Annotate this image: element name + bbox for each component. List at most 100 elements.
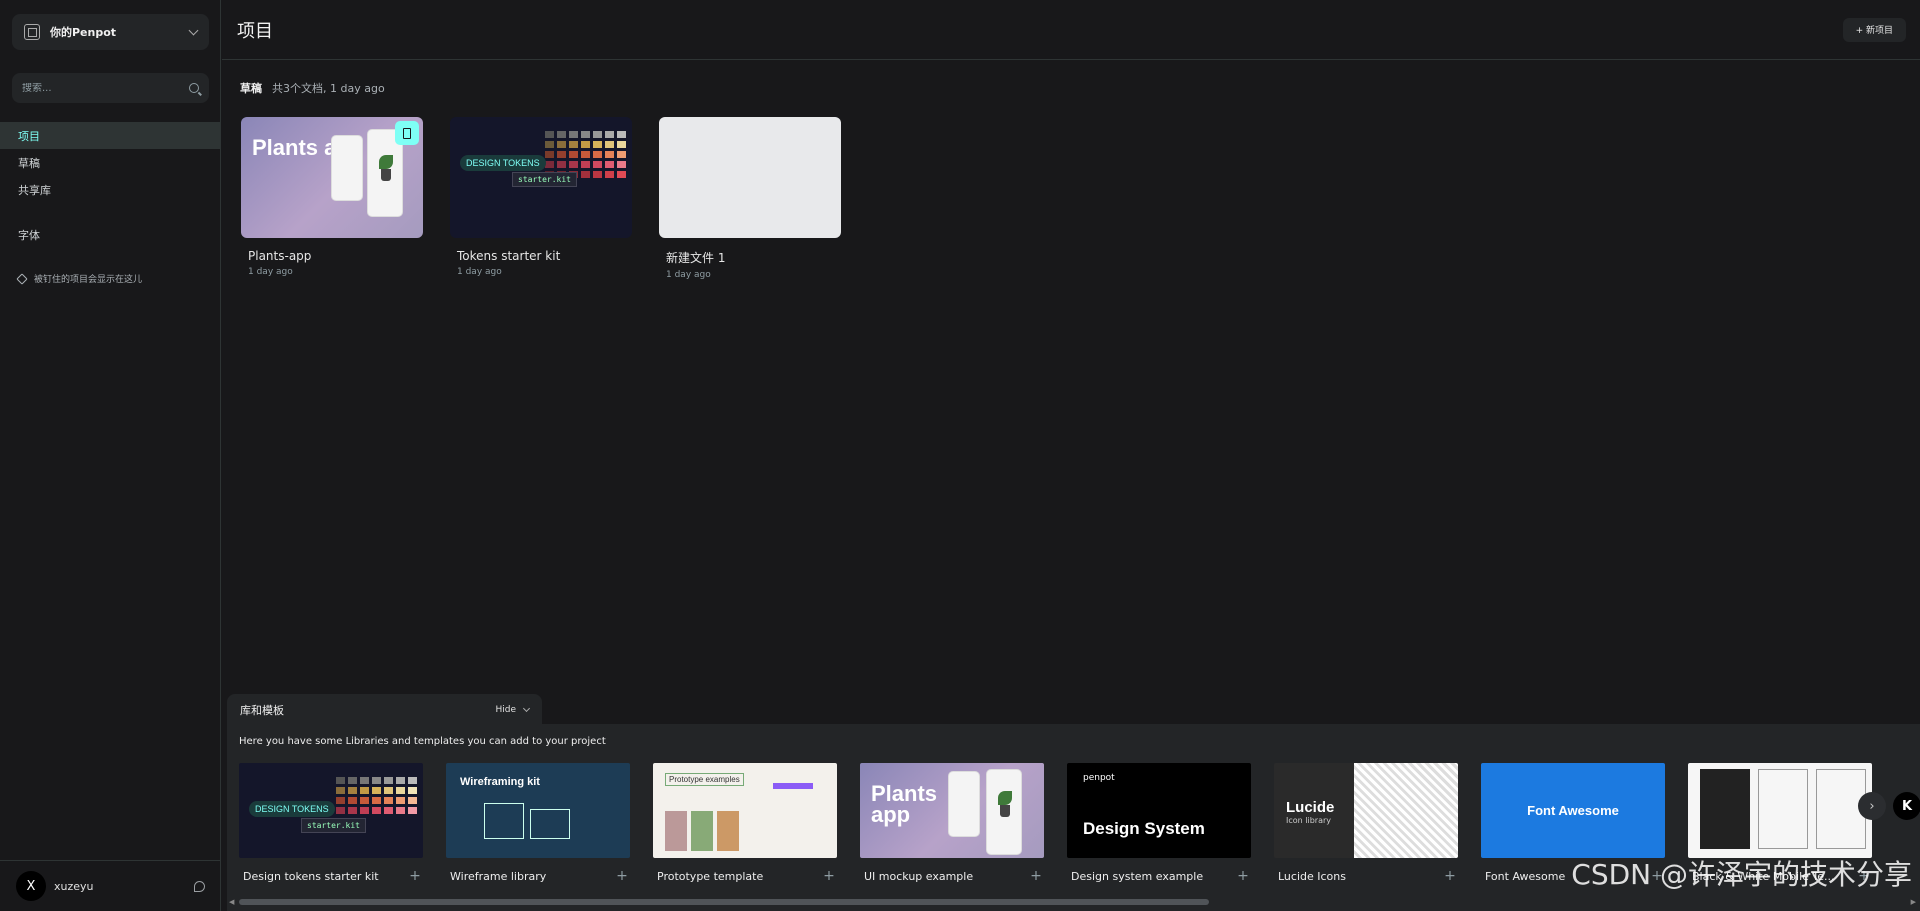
file-card[interactable]: 新建文件 1 1 day ago xyxy=(659,117,841,280)
file-date: 1 day ago xyxy=(457,267,502,277)
template-card[interactable]: DESIGN TOKENS starter.kit Design tokens … xyxy=(239,763,423,884)
token-swatch-grid xyxy=(545,131,626,178)
template-card-footer: Design tokens starter kit + xyxy=(239,868,423,884)
template-name: Design tokens starter kit xyxy=(243,869,379,883)
thumbnail-title: DESIGN TOKENS xyxy=(460,155,546,171)
libraries-panel-title: 库和模板 xyxy=(240,704,284,717)
wireframe-shape xyxy=(530,809,570,839)
sidebar-nav: 项目 草稿 共享库 字体 xyxy=(0,122,221,248)
libraries-subtitle: Here you have some Libraries and templat… xyxy=(239,736,606,747)
thumbnail-subtitle: starter.kit xyxy=(301,818,366,833)
thumbnail-title: DESIGN TOKENS xyxy=(249,801,335,817)
libraries-panel-tab: 库和模板 Hide xyxy=(227,694,542,726)
new-project-button[interactable]: + 新项目 xyxy=(1842,17,1906,42)
file-grid: Plants app Plants-app 1 day ago DESIGN T… xyxy=(241,117,841,280)
pinned-projects-hint: 被钉住的项目会显示在这儿 xyxy=(16,272,143,285)
file-thumbnail[interactable]: Plants app xyxy=(241,117,423,238)
search-icon[interactable] xyxy=(189,83,199,93)
file-thumbnail[interactable] xyxy=(659,117,841,238)
library-icon xyxy=(403,127,411,139)
sidebar-item-drafts[interactable]: 草稿 xyxy=(0,149,221,176)
user-name: xuzeyu xyxy=(54,879,94,893)
penpot-logo-icon xyxy=(24,24,40,40)
project-header: 草稿 共3个文档, 1 day ago xyxy=(240,80,385,96)
template-card-footer: Prototype template + xyxy=(653,868,837,884)
template-thumbnail[interactable]: Lucide Icon library xyxy=(1274,763,1458,858)
template-card[interactable]: Prototype examples Prototype template + xyxy=(653,763,837,884)
ui-chip xyxy=(773,783,813,789)
template-thumbnail[interactable]: Prototype examples xyxy=(653,763,837,858)
hide-button[interactable]: Hide xyxy=(495,704,531,715)
mockup-screen xyxy=(1758,769,1808,849)
template-card-footer: UI mockup example + xyxy=(860,868,1044,884)
project-name[interactable]: 草稿 xyxy=(240,80,262,96)
file-name: 新建文件 1 xyxy=(666,251,726,265)
mockup-screen xyxy=(1700,769,1750,849)
template-card[interactable]: Plants app UI mockup example + xyxy=(860,763,1044,884)
template-card[interactable]: penpot Design System Design system examp… xyxy=(1067,763,1251,884)
file-name: Plants-app xyxy=(248,249,312,263)
template-thumbnail[interactable]: penpot Design System xyxy=(1067,763,1251,858)
add-template-icon[interactable]: + xyxy=(1442,868,1458,884)
template-thumbnail[interactable]: Font Awesome xyxy=(1481,763,1665,858)
template-thumbnail[interactable]: Plants app xyxy=(860,763,1044,858)
thumbnail-title: Font Awesome xyxy=(1527,803,1619,818)
sidebar-item-projects[interactable]: 项目 xyxy=(0,122,221,149)
template-name: Lucide Icons xyxy=(1278,869,1346,883)
plant-pot xyxy=(381,169,391,181)
pinned-hint-text: 被钉住的项目会显示在这儿 xyxy=(34,275,143,285)
add-template-icon[interactable]: + xyxy=(1028,868,1044,884)
watermark: CSDN @许泽宇的技术分享 xyxy=(1571,858,1912,891)
profile-bar[interactable]: X xuzeyu xyxy=(0,860,221,911)
pin-icon xyxy=(16,272,28,285)
template-card[interactable]: Lucide Icon library Lucide Icons + xyxy=(1274,763,1458,884)
thumbnail-brand: penpot xyxy=(1083,773,1115,783)
token-swatch-grid xyxy=(336,777,417,814)
template-name: Prototype template xyxy=(657,869,764,883)
avatar[interactable]: X xyxy=(16,871,46,901)
avatar-k[interactable]: K xyxy=(1893,792,1920,820)
template-card[interactable]: Wireframing kit Wireframe library + xyxy=(446,763,630,884)
add-template-icon[interactable]: + xyxy=(821,868,837,884)
carousel-next-button[interactable]: › xyxy=(1858,792,1886,820)
template-thumbnail[interactable]: DESIGN TOKENS starter.kit xyxy=(239,763,423,858)
project-meta: 共3个文档, 1 day ago xyxy=(272,82,385,95)
search-input[interactable] xyxy=(22,82,189,94)
add-template-icon[interactable]: + xyxy=(614,868,630,884)
poster-image xyxy=(691,811,713,851)
nav-divider xyxy=(0,203,221,221)
chat-icon[interactable] xyxy=(194,880,205,892)
sidebar-item-libraries[interactable]: 共享库 xyxy=(0,176,221,203)
template-thumbnail[interactable] xyxy=(1688,763,1872,858)
poster-image xyxy=(717,811,739,851)
horizontal-scrollbar[interactable]: ◀ ▶ xyxy=(229,898,1916,906)
sidebar-item-fonts[interactable]: 字体 xyxy=(0,221,221,248)
hide-label: Hide xyxy=(495,705,516,715)
thumbnail-title: Lucide xyxy=(1286,799,1335,816)
thumbnail-title: Prototype examples xyxy=(665,773,744,786)
plant-pot xyxy=(1000,805,1010,817)
dashboard-header: 项目 + 新项目 xyxy=(222,0,1920,60)
team-selector[interactable]: 你的Penpot xyxy=(12,14,209,50)
plant-leaf xyxy=(379,155,393,169)
add-template-icon[interactable]: + xyxy=(1235,868,1251,884)
file-card[interactable]: Plants app Plants-app 1 day ago xyxy=(241,117,423,280)
template-card-footer: Design system example + xyxy=(1067,868,1251,884)
template-name: Design system example xyxy=(1071,869,1204,883)
file-thumbnail[interactable]: DESIGN TOKENS starter.kit xyxy=(450,117,632,238)
file-card[interactable]: DESIGN TOKENS starter.kit Tokens starter… xyxy=(450,117,632,280)
search-box xyxy=(12,73,209,103)
file-name: Tokens starter kit xyxy=(457,249,561,263)
thumbnail-title: Wireframing kit xyxy=(460,776,540,788)
thumbnail-subtitle: starter.kit xyxy=(512,172,577,187)
scroll-right-icon[interactable]: ▶ xyxy=(1911,898,1916,906)
template-thumbnail[interactable]: Wireframing kit xyxy=(446,763,630,858)
template-card-footer: Wireframe library + xyxy=(446,868,630,884)
file-date: 1 day ago xyxy=(248,267,293,277)
page-title: 项目 xyxy=(237,20,273,42)
scroll-left-icon[interactable]: ◀ xyxy=(229,898,234,906)
shared-library-badge xyxy=(395,121,419,145)
icon-pattern xyxy=(1354,763,1458,858)
add-template-icon[interactable]: + xyxy=(407,868,423,884)
scrollbar-thumb[interactable] xyxy=(239,899,1209,905)
